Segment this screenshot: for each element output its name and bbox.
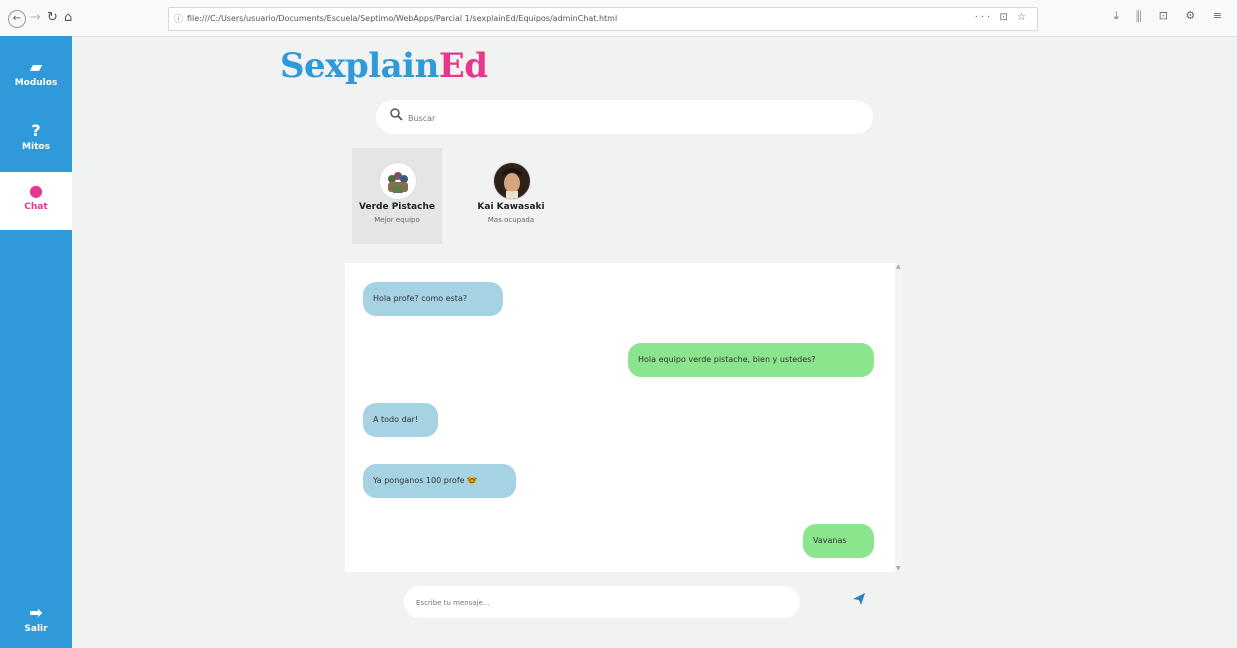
contact-name: Kai Kawasaki [477,202,545,212]
contact-verde-pistache[interactable]: Verde Pistache Mejor equipo [352,148,442,244]
back-button[interactable]: ← [8,10,26,28]
message-outgoing: Vavanas [803,524,874,558]
toolbar-icons[interactable]: ⤓ ⫼ ⊡ ⚙ ≡ [1114,9,1229,23]
search-input[interactable] [406,108,850,128]
app-logo: SexplainEd [280,46,488,86]
page-actions[interactable]: ··· ⊡ ☆ [975,12,1029,23]
scroll-up-arrow-icon[interactable]: ▲ [896,263,901,270]
reload-button[interactable]: ↻ [47,10,58,26]
sidebar-item-label: Mitos [22,142,50,152]
forward-button[interactable]: → [30,10,41,26]
message-incoming: A todo dar! [363,403,438,437]
message-compose[interactable] [404,586,800,618]
send-button[interactable] [852,592,868,608]
contact-name: Verde Pistache [359,202,435,212]
sidebar-item-label: Modulos [14,78,58,88]
sidebar-item-mitos[interactable]: ? Mitos [0,112,72,170]
contact-subtitle: Mas ocupada [487,216,535,224]
info-icon[interactable]: ⓘ [174,12,183,25]
contact-kai-kawasaki[interactable]: Kai Kawasaki Mas ocupada [466,148,556,244]
sidebar-item-modulos[interactable]: ▰ Modulos [0,48,72,106]
contact-subtitle: Mejor equipo [374,216,420,224]
search-box[interactable] [376,100,873,134]
logout-icon: ➡ [29,603,43,622]
chat-bubble-icon: ● [29,181,43,200]
message-incoming: Ya ponganos 100 profe 🤓 [363,464,516,498]
book-icon: ▰ [29,57,43,76]
sidebar: ▰ Modulos ? Mitos ● Chat ➡ Salir [0,36,72,648]
sidebar-item-salir[interactable]: ➡ Salir [0,598,72,646]
home-button[interactable]: ⌂ [64,10,72,26]
message-input[interactable] [414,593,788,613]
scroll-down-arrow-icon[interactable]: ▼ [896,565,901,572]
send-icon [853,593,865,605]
question-icon: ? [31,121,41,140]
url-text[interactable]: file:///C:/Users/usuario/Documents/Escue… [187,14,617,23]
avatar [379,162,417,200]
message-incoming: Hola profe? como esta? [363,282,503,316]
sidebar-item-label: Salir [24,624,48,634]
message-outgoing: Hola equipo verde pistache, bien y usted… [628,343,874,377]
search-icon [390,108,403,125]
sidebar-item-label: Chat [24,202,48,212]
browser-toolbar: ← → ↻ ⌂ ⓘ file:///C:/Users/usuario/Docum… [0,0,1237,37]
sidebar-item-chat[interactable]: ● Chat [0,172,72,230]
avatar [493,162,531,200]
address-bar[interactable]: ⓘ file:///C:/Users/usuario/Documents/Esc… [168,7,1038,31]
chat-scrollbar[interactable]: ▲ ▼ [895,263,903,572]
